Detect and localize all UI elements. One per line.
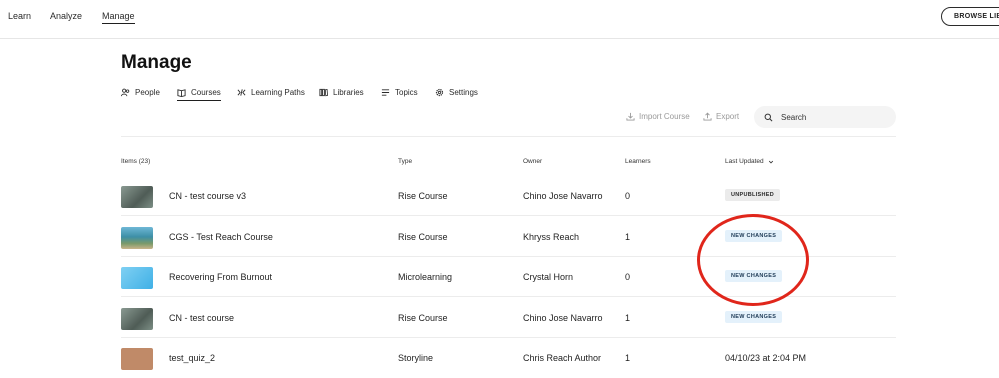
- row-type: Rise Course: [398, 232, 448, 242]
- search-icon: [764, 113, 773, 121]
- table-row[interactable]: Recovering From Burnout Microlearning Cr…: [121, 257, 896, 297]
- row-owner: Chino Jose Navarro: [523, 313, 603, 323]
- course-thumbnail: [121, 186, 153, 208]
- tab-topics[interactable]: Topics: [381, 88, 418, 97]
- status-badge: NEW CHANGES: [725, 270, 783, 282]
- table-row[interactable]: CN - test course Rise Course Chino Jose …: [121, 298, 896, 338]
- row-title[interactable]: CN - test course: [169, 313, 234, 323]
- status-badge: NEW CHANGES: [725, 311, 783, 323]
- tab-people-label: People: [135, 88, 160, 97]
- row-divider: [121, 296, 896, 297]
- status-badge: UNPUBLISHED: [725, 189, 781, 201]
- table-row[interactable]: CN - test course v3 Rise Course Chino Jo…: [121, 176, 896, 216]
- tab-learning-paths-label: Learning Paths: [251, 88, 305, 97]
- tab-people[interactable]: People: [121, 88, 160, 97]
- row-type: Microlearning: [398, 272, 453, 282]
- row-learners: 1: [625, 232, 631, 242]
- header-items: Items (23): [121, 158, 151, 165]
- import-course-button[interactable]: Import Course: [626, 112, 690, 121]
- header-type[interactable]: Type: [398, 158, 412, 165]
- page-title: Manage: [121, 52, 192, 73]
- tab-learning-paths[interactable]: Learning Paths: [237, 88, 305, 97]
- browse-library-button[interactable]: BROWSE LIBRARY: [941, 7, 999, 26]
- nav-manage[interactable]: Manage: [102, 11, 135, 24]
- import-course-label: Import Course: [639, 112, 690, 121]
- chevron-down-icon: [768, 160, 773, 164]
- row-type: Rise Course: [398, 313, 448, 323]
- tab-libraries[interactable]: Libraries: [319, 88, 364, 97]
- header-owner[interactable]: Owner: [523, 158, 542, 165]
- row-learners: 0: [625, 191, 631, 201]
- row-last-updated: 04/10/23 at 2:04 PM: [725, 353, 807, 363]
- row-type: Rise Course: [398, 191, 448, 201]
- download-icon: [626, 112, 635, 121]
- tab-courses[interactable]: Courses: [177, 88, 221, 101]
- export-button[interactable]: Export: [703, 112, 739, 121]
- course-thumbnail: [121, 227, 153, 249]
- row-learners: 1: [625, 353, 631, 363]
- header-last-updated-label: Last Updated: [725, 158, 764, 165]
- header-last-updated[interactable]: Last Updated: [725, 158, 774, 165]
- table-row[interactable]: CGS - Test Reach Course Rise Course Khry…: [121, 217, 896, 257]
- course-thumbnail: [121, 348, 153, 370]
- tab-courses-label: Courses: [191, 88, 221, 97]
- status-badge: NEW CHANGES: [725, 230, 783, 242]
- book-icon: [177, 89, 186, 97]
- row-owner: Chris Reach Author: [523, 353, 602, 363]
- people-icon: [121, 88, 130, 97]
- tab-settings[interactable]: Settings: [435, 88, 478, 97]
- row-learners: 0: [625, 272, 631, 282]
- tab-topics-label: Topics: [395, 88, 418, 97]
- row-owner: Crystal Horn: [523, 272, 574, 282]
- nav-analyze[interactable]: Analyze: [50, 11, 82, 21]
- export-label: Export: [716, 112, 740, 121]
- divider: [121, 136, 896, 137]
- list-icon: [381, 89, 390, 96]
- row-divider: [121, 215, 896, 216]
- upload-icon: [703, 112, 712, 121]
- row-title[interactable]: Recovering From Burnout: [169, 272, 272, 282]
- library-icon: [319, 88, 328, 97]
- tab-settings-label: Settings: [449, 88, 478, 97]
- tab-libraries-label: Libraries: [333, 88, 364, 97]
- row-title[interactable]: test_quiz_2: [169, 353, 215, 363]
- row-title[interactable]: CGS - Test Reach Course: [169, 232, 273, 242]
- header-learners[interactable]: Learners: [625, 158, 651, 165]
- table-row[interactable]: test_quiz_2 Storyline Chris Reach Author…: [121, 338, 896, 378]
- row-learners: 1: [625, 313, 631, 323]
- course-thumbnail: [121, 308, 153, 330]
- row-type: Storyline: [398, 353, 434, 363]
- course-thumbnail: [121, 267, 153, 289]
- top-nav: Learn Analyze Manage BROWSE LIBRARY: [0, 0, 999, 39]
- search-box: [754, 106, 896, 128]
- nav-learn[interactable]: Learn: [8, 11, 31, 21]
- row-title[interactable]: CN - test course v3: [169, 191, 246, 201]
- row-owner: Khryss Reach: [523, 232, 580, 242]
- search-input[interactable]: [779, 111, 893, 123]
- row-owner: Chino Jose Navarro: [523, 191, 603, 201]
- gear-icon: [435, 88, 444, 97]
- path-icon: [237, 89, 246, 96]
